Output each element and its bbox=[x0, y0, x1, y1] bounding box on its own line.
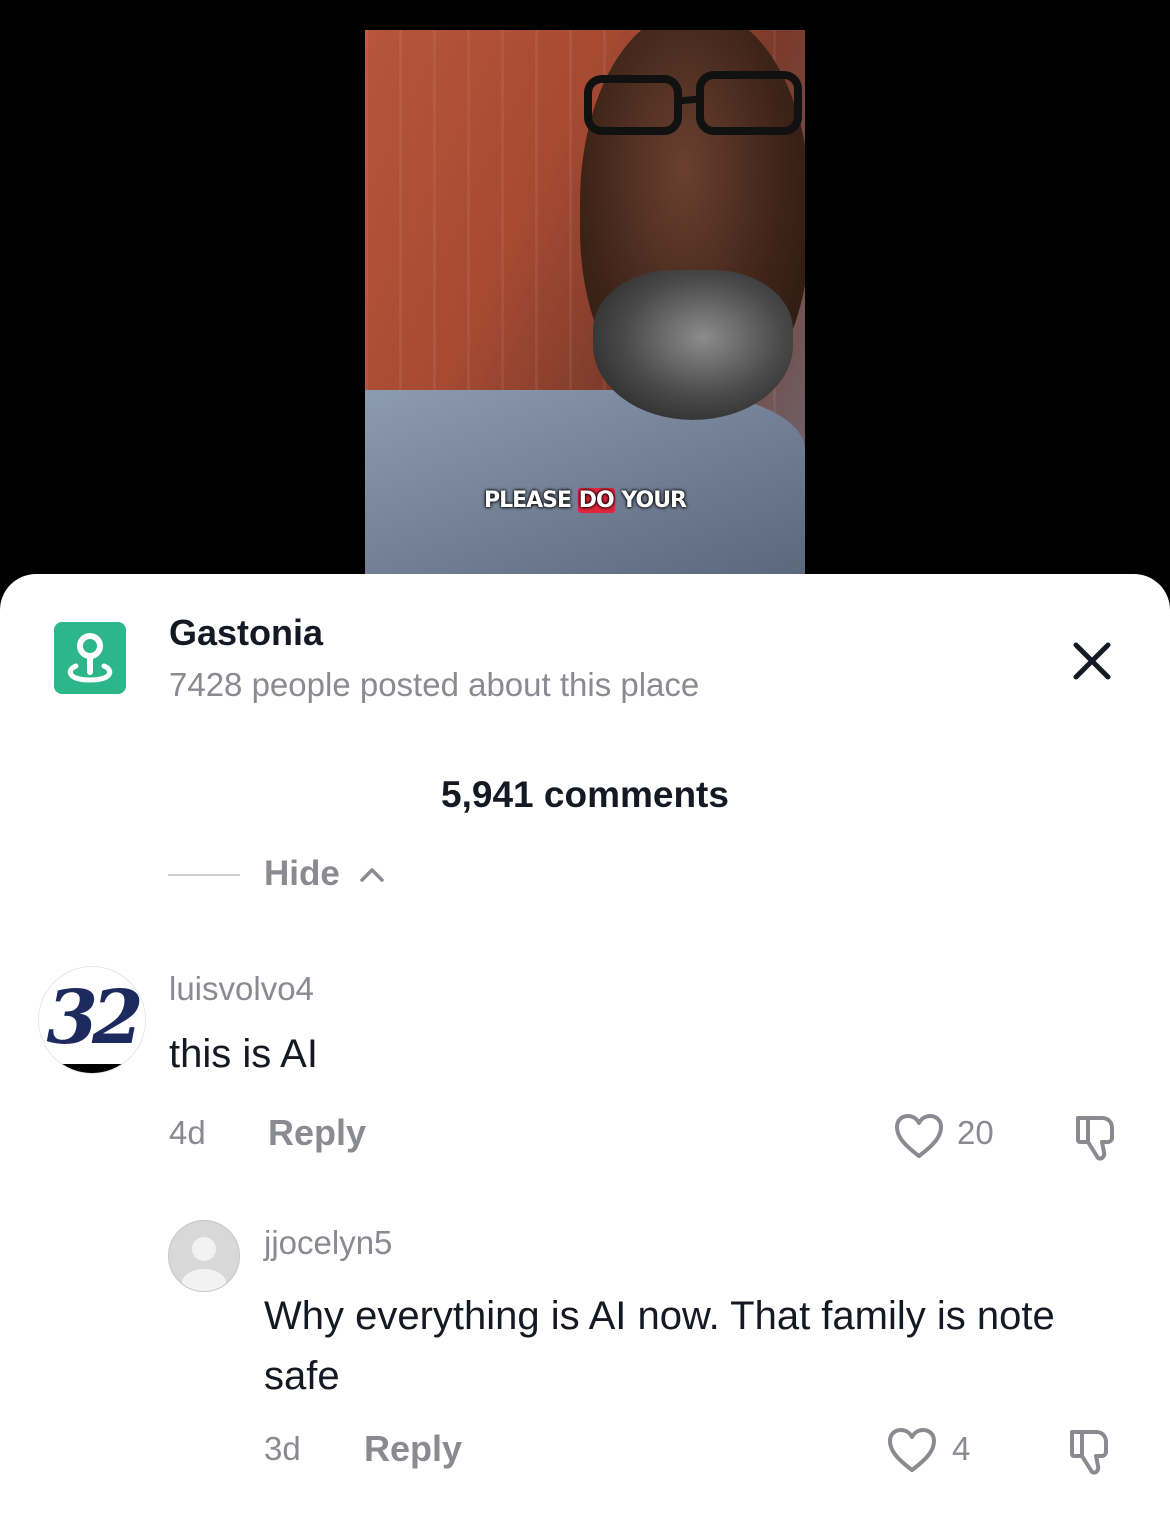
hide-replies-button[interactable]: Hide bbox=[264, 854, 340, 894]
heart-icon[interactable] bbox=[893, 1112, 945, 1160]
location-pin-icon[interactable] bbox=[54, 622, 126, 694]
comment-text: Why everything is AI now. That family is… bbox=[264, 1294, 1055, 1398]
avatar-text: 32 bbox=[46, 975, 144, 1061]
thread-divider bbox=[168, 874, 240, 876]
avatar-bar bbox=[39, 1064, 145, 1073]
heart-icon[interactable] bbox=[886, 1426, 938, 1474]
video-person-glasses bbox=[584, 71, 802, 135]
reply-button[interactable]: Reply bbox=[268, 1112, 366, 1154]
close-icon[interactable] bbox=[1062, 631, 1122, 691]
caption-text-pre: PLEASE bbox=[483, 488, 578, 513]
like-count: 4 bbox=[952, 1430, 971, 1467]
like-count: 20 bbox=[957, 1114, 994, 1151]
default-avatar-icon[interactable] bbox=[168, 1220, 240, 1292]
chevron-up-icon[interactable] bbox=[356, 862, 388, 886]
avatar[interactable]: 32 bbox=[38, 966, 146, 1074]
comment-timestamp: 3d bbox=[264, 1430, 301, 1467]
reply-button[interactable]: Reply bbox=[364, 1428, 462, 1470]
caption-text-highlight: DO bbox=[577, 488, 615, 513]
comment-count: 5,941 comments bbox=[441, 774, 729, 815]
thumbs-down-icon[interactable] bbox=[1070, 1110, 1124, 1164]
comments-sheet: Gastonia 7428 people posted about this p… bbox=[0, 574, 1170, 1516]
comment-username[interactable]: luisvolvo4 bbox=[169, 970, 314, 1008]
caption-text-post: YOUR bbox=[614, 488, 687, 513]
thumbs-down-icon[interactable] bbox=[1064, 1424, 1118, 1478]
place-title[interactable]: Gastonia bbox=[169, 612, 323, 654]
video-caption: PLEASE DO YOUR bbox=[365, 488, 805, 513]
comment-text: this is AI bbox=[169, 1032, 318, 1076]
video-person-beard bbox=[593, 270, 793, 420]
comment-username[interactable]: jjocelyn5 bbox=[264, 1224, 392, 1262]
video-player[interactable]: PLEASE DO YOUR bbox=[365, 30, 805, 590]
comment-timestamp: 4d bbox=[169, 1114, 206, 1151]
place-subtitle: 7428 people posted about this place bbox=[169, 666, 700, 703]
